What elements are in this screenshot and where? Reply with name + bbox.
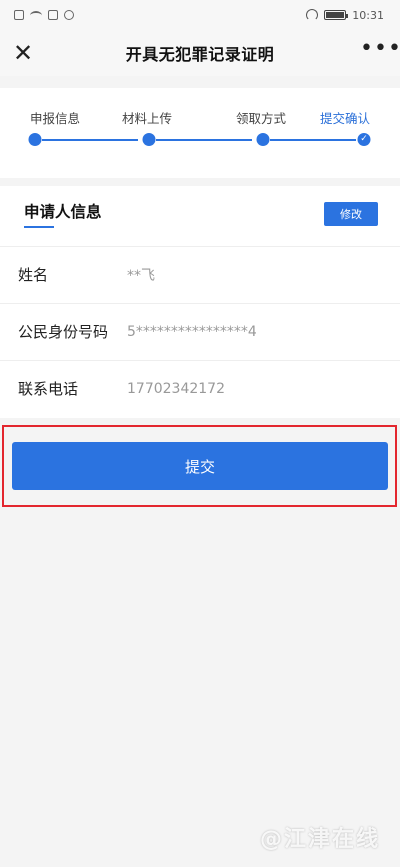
app-notification-icon xyxy=(64,10,74,20)
info-label: 姓名 xyxy=(18,266,49,284)
sim-icon xyxy=(14,10,24,20)
step-label-1: 申报信息 xyxy=(29,111,81,126)
info-row-id-number: 公民身份号码 5****************4 xyxy=(0,303,400,359)
status-icons-left xyxy=(14,10,74,20)
info-row-phone: 联系电话 17702342172 xyxy=(0,360,400,416)
step-dot-3 xyxy=(256,133,270,146)
submit-button[interactable]: 提交 xyxy=(12,442,388,490)
status-icons-right: 10:31 xyxy=(306,9,384,22)
info-value: 5****************4 xyxy=(127,323,257,340)
info-value: **飞 xyxy=(127,267,155,284)
info-label: 公民身份号码 xyxy=(18,323,109,341)
edit-button[interactable]: 修改 xyxy=(324,202,378,226)
submit-highlight-box: 提交 xyxy=(2,425,397,507)
status-bar: 10:31 xyxy=(0,0,400,30)
step-dot-1 xyxy=(28,133,42,146)
speed-gauge-icon xyxy=(306,9,319,21)
info-row-name: 姓名 **飞 xyxy=(0,246,400,302)
wifi-icon xyxy=(30,10,42,20)
applicant-info-card: 申请人信息 修改 姓名 **飞 公民身份号码 5****************… xyxy=(0,186,400,418)
section-title-underline xyxy=(24,226,54,228)
nfc-icon xyxy=(48,10,58,20)
status-time: 10:31 xyxy=(352,8,384,22)
info-label: 联系电话 xyxy=(18,380,79,398)
section-title: 申请人信息 xyxy=(24,203,102,221)
progress-stepper: 申报信息 材料上传 领取方式 提交确认 ✓ xyxy=(0,88,400,178)
nav-bar: ✕ 开具无犯罪记录证明 ••• xyxy=(0,30,400,76)
close-icon[interactable]: ✕ xyxy=(10,40,36,66)
watermark-logo: @江津在线 xyxy=(259,827,380,852)
more-options-icon[interactable]: ••• xyxy=(360,38,400,66)
step-connector-3 xyxy=(270,139,356,141)
check-icon: ✓ xyxy=(357,133,371,146)
step-connector-1 xyxy=(42,139,138,141)
step-connector-2 xyxy=(156,139,252,141)
step-dot-2 xyxy=(142,133,156,146)
info-value: 17702342172 xyxy=(127,380,225,397)
step-label-4: 提交确认 xyxy=(319,111,371,126)
page-title: 开具无犯罪记录证明 xyxy=(125,45,275,64)
step-label-3: 领取方式 xyxy=(235,111,287,126)
battery-icon xyxy=(324,10,349,20)
step-label-2: 材料上传 xyxy=(121,111,173,126)
